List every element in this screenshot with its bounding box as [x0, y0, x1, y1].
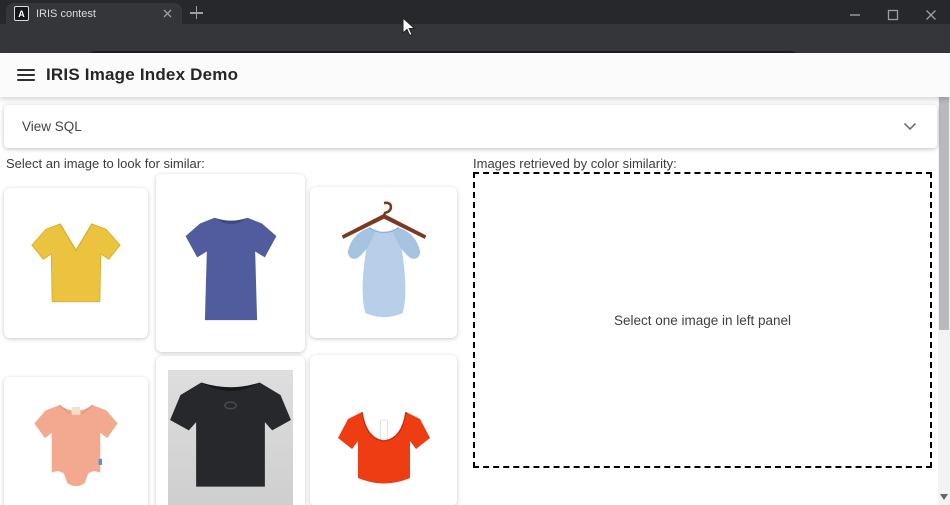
tab-close-icon[interactable] — [160, 7, 174, 21]
product-image-peach-onesie — [24, 390, 128, 500]
product-image-orange-croptop — [324, 385, 444, 497]
product-card-orange-croptop[interactable] — [310, 355, 457, 505]
page-title: IRIS Image Index Demo — [46, 65, 238, 85]
hanger-icon — [384, 203, 391, 216]
mouse-cursor — [402, 17, 416, 37]
tab-favicon-icon: A — [14, 6, 29, 21]
view-sql-panel[interactable]: View SQL — [4, 105, 937, 148]
scrollbar-thumb[interactable] — [939, 64, 949, 330]
black-tshirt-photo-bg — [168, 370, 293, 505]
product-card-yellow-vneck[interactable] — [4, 188, 148, 338]
scrollbar-down-icon[interactable] — [940, 494, 948, 500]
right-panel-label: Images retrieved by color similarity: — [473, 156, 677, 171]
product-card-navy-tshirt[interactable] — [156, 174, 305, 352]
chevron-down-icon[interactable] — [903, 122, 917, 131]
product-card-peach-onesie[interactable] — [4, 377, 148, 505]
product-image-blue-blouse — [325, 195, 443, 329]
product-image-black-tshirt — [168, 370, 293, 505]
results-dropzone: Select one image in left panel — [473, 172, 932, 468]
screenshot-root: A IRIS contest — [0, 0, 950, 505]
app-header: IRIS Image Index Demo — [0, 53, 950, 97]
menu-icon[interactable] — [17, 69, 35, 81]
browser-tab[interactable]: A IRIS contest — [6, 3, 182, 24]
empty-results-message: Select one image in left panel — [614, 313, 791, 328]
product-card-black-tshirt[interactable] — [156, 356, 305, 505]
new-tab-icon[interactable] — [190, 6, 204, 20]
product-image-yellow-vneck — [23, 202, 129, 320]
browser-toolbar: localhost:4200/image-search J — [0, 24, 950, 53]
tab-title: IRIS contest — [36, 8, 160, 20]
view-sql-label: View SQL — [22, 119, 903, 134]
product-image-navy-tshirt — [173, 196, 289, 338]
left-panel-label: Select an image to look for similar: — [6, 156, 205, 171]
product-card-blue-blouse[interactable] — [310, 187, 457, 338]
browser-tabstrip: A IRIS contest — [0, 0, 950, 24]
